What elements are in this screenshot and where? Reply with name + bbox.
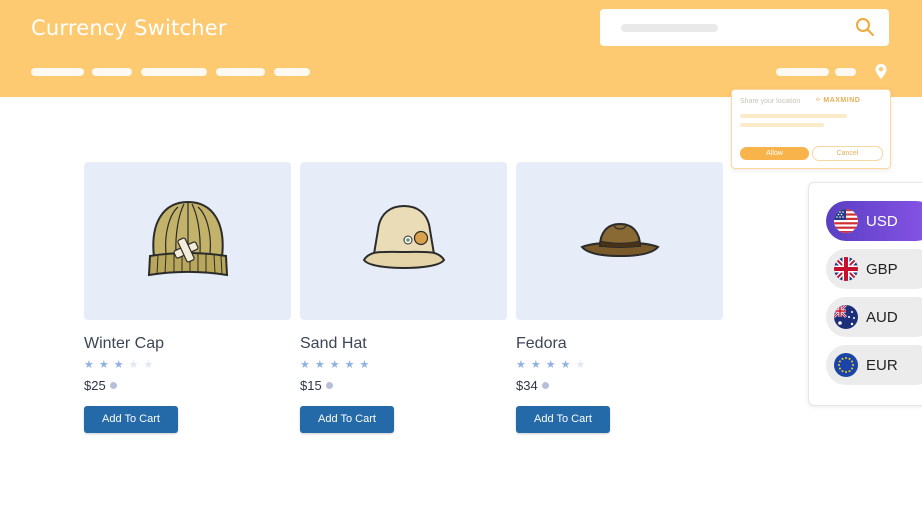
- product-name[interactable]: Winter Cap: [84, 335, 164, 353]
- uk-flag-icon: [834, 257, 858, 281]
- bucket-hat-icon: [362, 204, 446, 270]
- allow-button[interactable]: Allow: [740, 147, 809, 160]
- eu-flag-icon: [834, 353, 858, 377]
- product-card: Winter Cap ★ ★ ★ ★ ★ $25 Add To Cart: [84, 162, 291, 433]
- star-empty-icon: ★: [128, 359, 139, 371]
- cancel-button[interactable]: Cancel: [812, 146, 883, 161]
- currency-option-usd[interactable]: USD: [826, 201, 922, 241]
- site-title: Currency Switcher: [31, 16, 227, 40]
- star-filled-icon: ★: [84, 359, 94, 371]
- product-card: Fedora ★ ★ ★ ★ ★ $34 Add To Cart: [516, 162, 723, 433]
- product-name[interactable]: Fedora: [516, 335, 567, 353]
- rating-stars: ★ ★ ★ ★ ★: [300, 359, 374, 371]
- location-permission-popup: Share your location ⁘ MAXMIND Allow Cance…: [731, 89, 891, 169]
- price-dot-icon: [325, 382, 333, 389]
- price-value: $15: [300, 378, 322, 393]
- nav-account-1[interactable]: [776, 68, 829, 76]
- star-filled-icon: ★: [314, 359, 325, 371]
- currency-code: AUD: [866, 309, 898, 326]
- maxmind-mark-icon: ⁘: [815, 97, 822, 104]
- star-filled-icon: ★: [329, 359, 340, 371]
- maxmind-logo: ⁘ MAXMIND: [815, 96, 860, 104]
- nav-item-2[interactable]: [92, 68, 132, 76]
- us-flag-icon: [834, 209, 858, 233]
- currency-code: EUR: [866, 357, 898, 374]
- nav-item-5[interactable]: [274, 68, 310, 76]
- star-filled-icon: ★: [300, 359, 310, 371]
- fedora-icon: [580, 222, 660, 258]
- search-input[interactable]: [600, 9, 889, 46]
- price-dot-icon: [109, 382, 117, 389]
- nav-account-2[interactable]: [835, 68, 856, 76]
- maxmind-wordmark: MAXMIND: [823, 97, 861, 104]
- search-placeholder: [621, 24, 718, 32]
- star-filled-icon: ★: [113, 359, 124, 371]
- star-filled-icon: ★: [98, 359, 109, 371]
- product-card: Sand Hat ★ ★ ★ ★ ★ $15 Add To Cart: [300, 162, 507, 433]
- star-empty-icon: ★: [575, 359, 586, 371]
- location-pin-icon[interactable]: [874, 63, 888, 80]
- au-flag-icon: [834, 305, 858, 329]
- product-name[interactable]: Sand Hat: [300, 335, 367, 353]
- rating-stars: ★ ★ ★ ★ ★: [84, 359, 158, 371]
- nav-item-3[interactable]: [141, 68, 207, 76]
- product-price: $15: [300, 378, 333, 393]
- currency-code: GBP: [866, 261, 898, 278]
- star-empty-icon: ★: [143, 359, 154, 371]
- product-image[interactable]: [300, 162, 507, 320]
- header: Currency Switcher: [0, 0, 922, 97]
- search-icon[interactable]: [855, 17, 875, 37]
- star-filled-icon: ★: [359, 359, 370, 371]
- star-filled-icon: ★: [545, 359, 556, 371]
- star-filled-icon: ★: [516, 359, 526, 371]
- price-dot-icon: [541, 382, 549, 389]
- price-value: $25: [84, 378, 106, 393]
- product-image[interactable]: [84, 162, 291, 320]
- currency-option-gbp[interactable]: GBP: [826, 249, 922, 289]
- price-value: $34: [516, 378, 538, 393]
- nav-item-4[interactable]: [216, 68, 265, 76]
- currency-option-aud[interactable]: AUD: [826, 297, 922, 337]
- nav-item-1[interactable]: [31, 68, 84, 76]
- star-filled-icon: ★: [530, 359, 541, 371]
- currency-option-eur[interactable]: EUR: [826, 345, 922, 385]
- rating-stars: ★ ★ ★ ★ ★: [516, 359, 590, 371]
- product-price: $25: [84, 378, 117, 393]
- currency-switcher: USD GBP AUD EUR: [808, 182, 922, 406]
- beanie-icon: [147, 200, 229, 277]
- location-text-line: [740, 123, 824, 127]
- add-to-cart-button[interactable]: Add To Cart: [84, 406, 178, 433]
- location-prompt-text: Share your location: [740, 98, 801, 105]
- product-price: $34: [516, 378, 549, 393]
- product-image[interactable]: [516, 162, 723, 320]
- add-to-cart-button[interactable]: Add To Cart: [516, 406, 610, 433]
- add-to-cart-button[interactable]: Add To Cart: [300, 406, 394, 433]
- currency-code: USD: [866, 213, 898, 230]
- star-filled-icon: ★: [560, 359, 571, 371]
- star-filled-icon: ★: [344, 359, 355, 371]
- location-text-line: [740, 114, 847, 118]
